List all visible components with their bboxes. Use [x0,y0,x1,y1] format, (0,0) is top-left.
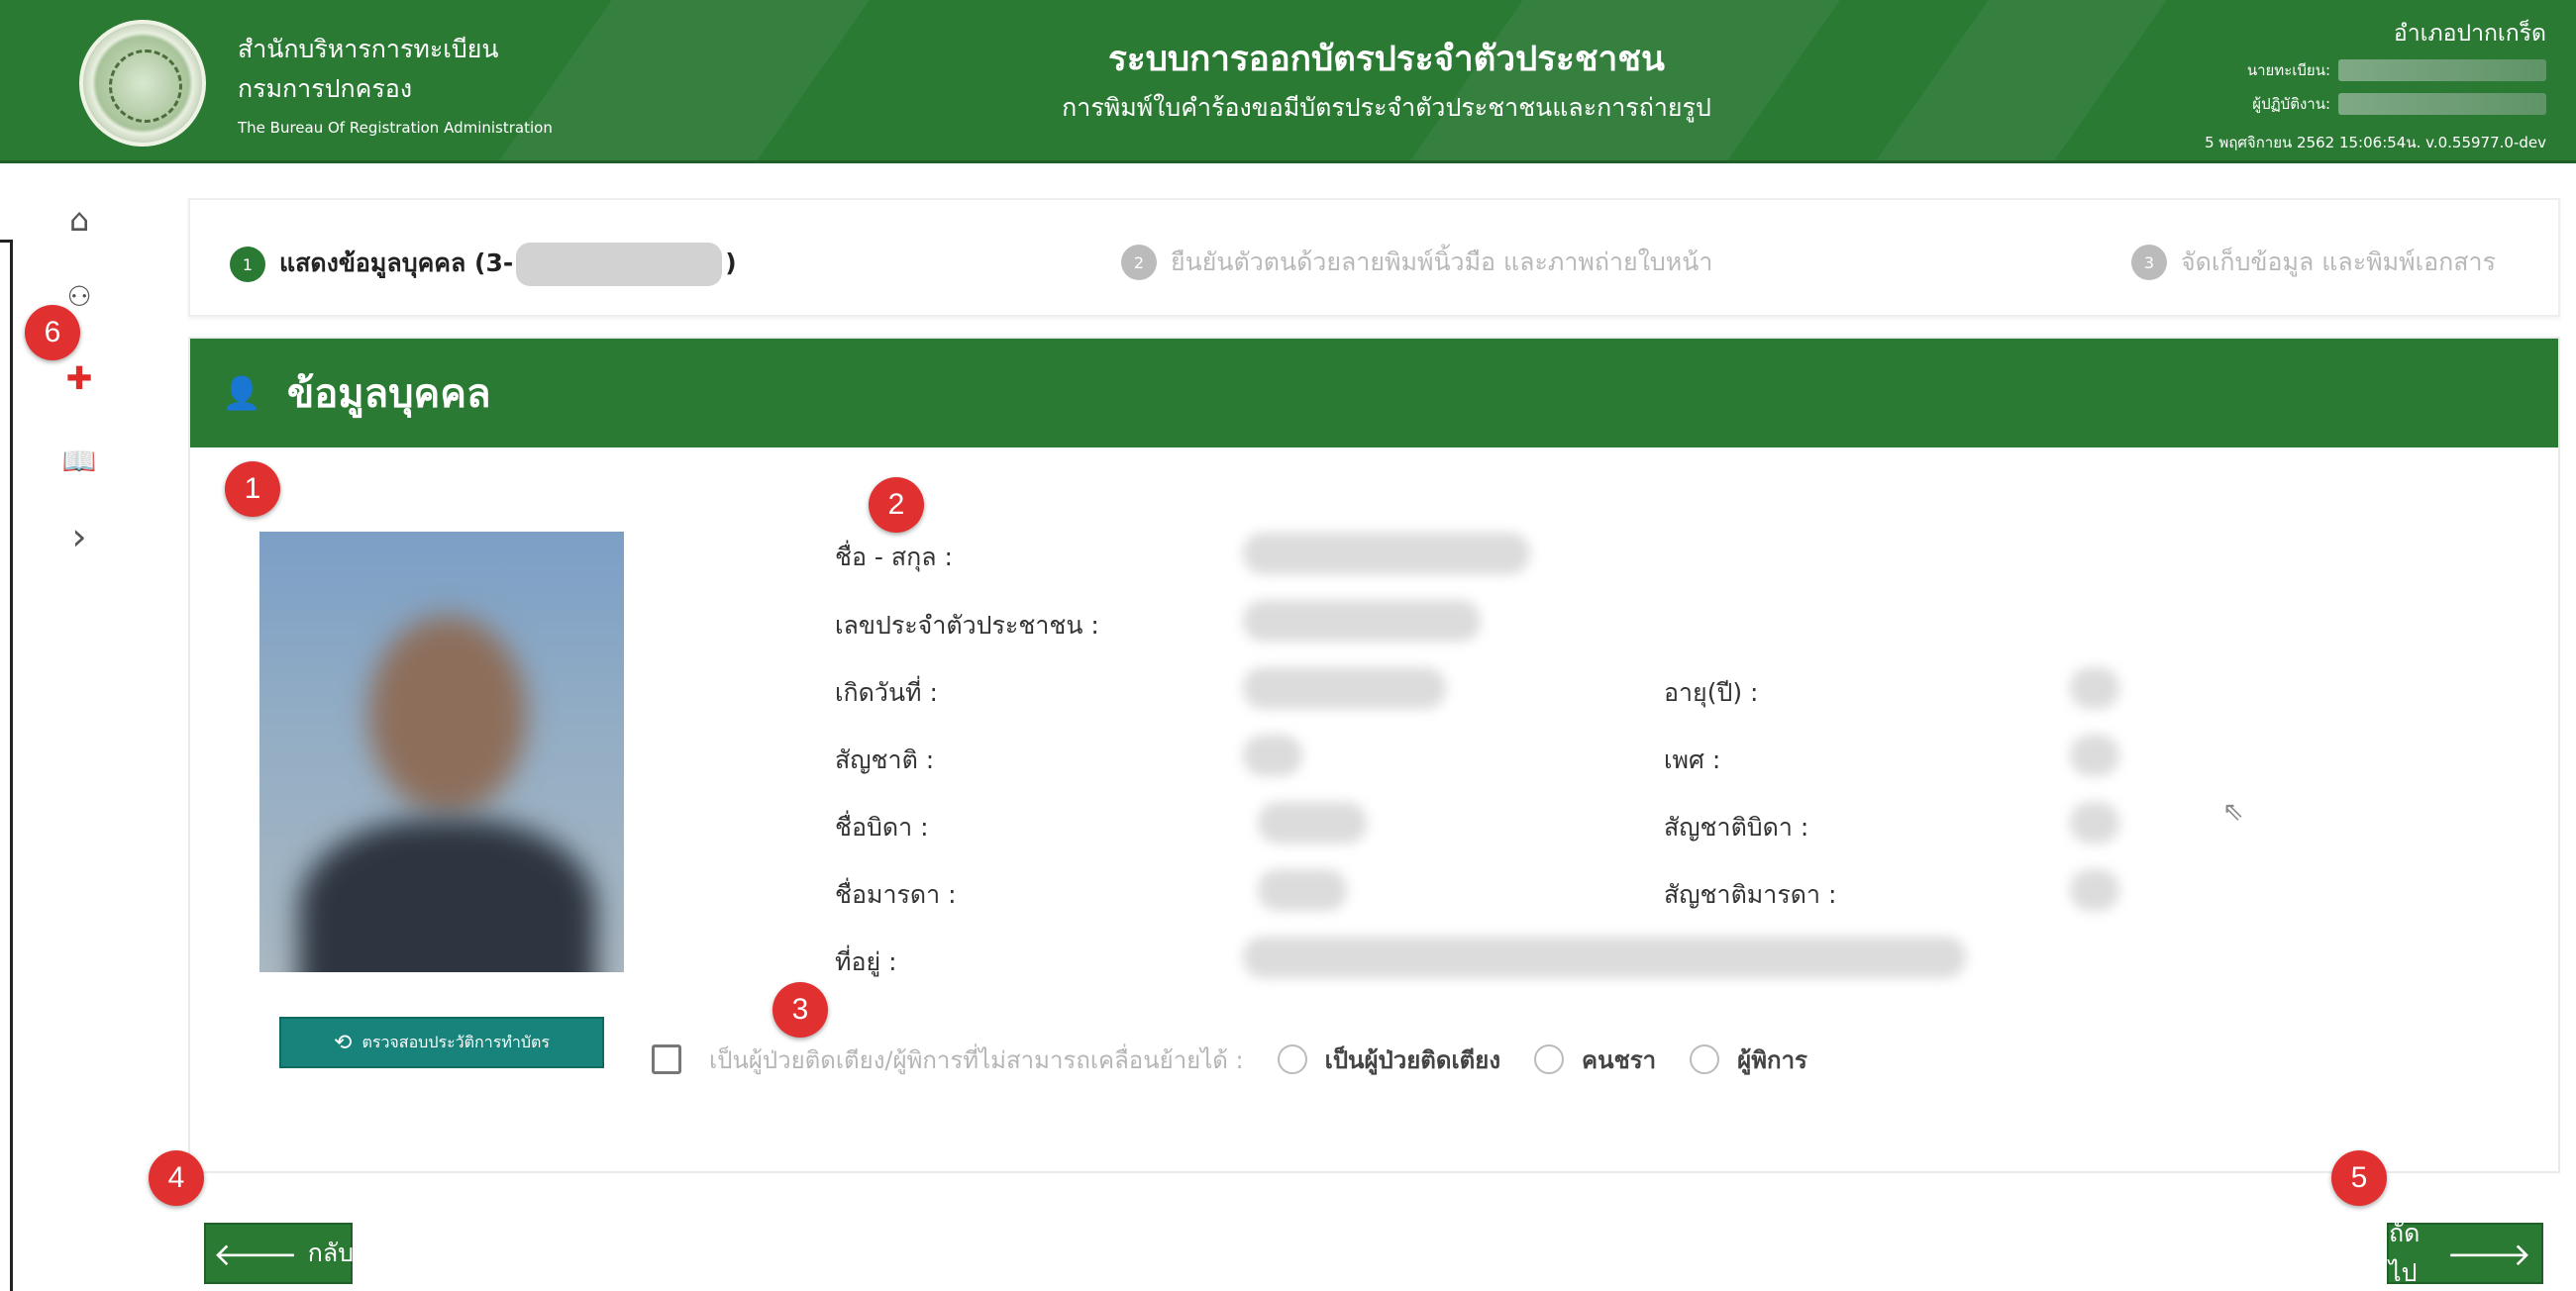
check-card-history-label: ตรวจสอบประวัติการทำบัตร [361,1032,550,1051]
father-name-value-redacted [1258,802,1367,844]
district-name: อำเภอปากเกร็ด [2393,21,2546,47]
mother-name-value-redacted [1258,869,1347,911]
father-name-label: ชื่อบิดา : [835,813,929,842]
person-icon: 👤 [222,374,261,412]
screenshot-frame-left [10,240,13,1291]
system-subtitle: การพิมพ์ใบคำร้องขอมีบัตรประจำตัวประชาชนแ… [1062,93,1711,122]
address-value-redacted [1243,937,1966,978]
session-timestamp-version: 5 พฤศจิกายน 2562 15:06:54น. v.0.55977.0-… [2205,134,2546,151]
history-icon: ⟲ [334,1030,353,1055]
registrar-name-redacted [2338,59,2546,81]
radio-elderly[interactable] [1534,1044,1565,1074]
nationality-label: สัญชาติ : [835,745,935,774]
user-info-block: อำเภอปากเกร็ด นายทะเบียน: ผู้ปฏิบัติงาน:… [2051,14,2546,154]
age-value-redacted [2070,667,2119,709]
step-1-label: แสดงข้อมูลบุคคล (3-) [279,243,737,286]
gender-label: เพศ : [1664,745,1721,774]
citizen-id-label: เลขประจำตัวประชาชน : [835,611,1099,640]
radio-disabled-label: ผู้พิการ [1737,1045,1807,1074]
birth-date-value-redacted [1243,667,1446,709]
registrar-row: นายทะเบียน: [2051,53,2546,87]
annotation-badge-2: 2 [869,477,924,533]
operator-name-redacted [2338,93,2546,115]
org-department-thai: กรมการปกครอง [238,74,413,103]
step-1-label-prefix: แสดงข้อมูลบุคคล (3- [279,248,514,277]
annotation-badge-5: 5 [2331,1150,2387,1206]
step-1[interactable]: 1 แสดงข้อมูลบุคคล (3-) [230,243,737,286]
age-label: อายุ(ปี) : [1664,678,1759,707]
step-2[interactable]: 2 ยืนยันตัวตนด้วยลายพิมพ์นิ้วมือ และภาพถ… [1121,243,1712,282]
annotation-badge-3: 3 [773,982,828,1038]
photo-face-blur [368,616,527,814]
citizen-id-redacted [516,243,723,286]
book-icon[interactable]: 📖 [57,439,101,482]
name-label: ชื่อ - สกุล : [835,543,953,571]
radio-bedridden[interactable] [1277,1044,1307,1074]
address-label: ที่อยู่ : [835,947,897,976]
add-icon[interactable]: ✚ [57,356,101,400]
annotation-badge-4: 4 [149,1150,204,1206]
mother-nationality-label: สัญชาติมารดา : [1664,880,1837,909]
step-1-number: 1 [230,247,265,282]
mother-nationality-value-redacted [2070,869,2119,911]
next-button-label: ถัดไป [2389,1219,2421,1287]
birth-date-label: เกิดวันที่ : [835,678,938,707]
arrow-right-icon: 🡒 [2446,1235,2531,1273]
mother-name-label: ชื่อมารดา : [835,880,957,909]
operator-row: ผู้ปฏิบัติงาน: [2051,87,2546,121]
department-seal-logo [79,20,206,147]
annotation-badge-1: 1 [225,461,280,517]
chevron-right-icon[interactable]: › [57,515,101,558]
citizen-id-value-redacted [1243,600,1481,642]
step-3-label: จัดเก็บข้อมูล และพิมพ์เอกสาร [2181,248,2497,276]
header-decoration [497,0,870,160]
app-header: สำนักบริหารการทะเบียน กรมการปกครอง The B… [0,0,2576,163]
gender-value-redacted [2070,735,2119,776]
operator-label: ผู้ปฏิบัติงาน: [2252,95,2330,113]
step-2-number: 2 [1121,245,1157,280]
panel-title: ข้อมูลบุคคล [286,371,491,417]
system-title-block: ระบบการออกบัตรประจำตัวประชาชน การพิมพ์ใบ… [891,34,1882,131]
nationality-value-redacted [1243,735,1302,776]
step-1-label-suffix: ) [725,248,737,277]
step-3-number: 3 [2131,245,2167,280]
home-icon[interactable]: ⌂ [57,198,101,242]
radio-elderly-label: คนชรา [1582,1045,1657,1074]
org-name-english: The Bureau Of Registration Administratio… [238,119,553,137]
back-button-label: กลับ [307,1239,355,1267]
person-photo-blurred [259,532,624,972]
organization-block: สำนักบริหารการทะเบียน กรมการปกครอง The B… [238,30,553,137]
panel-header: 👤 ข้อมูลบุคคล [190,339,2558,447]
step-2-label: ยืนยันตัวตนด้วยลายพิมพ์นิ้วมือ และภาพถ่า… [1171,248,1713,276]
father-nationality-label: สัญชาติบิดา : [1664,813,1809,842]
father-nationality-value-redacted [2070,802,2119,844]
radio-disabled[interactable] [1690,1044,1720,1074]
arrow-left-icon: 🡐 [212,1235,298,1273]
check-card-history-button[interactable]: ⟲ ตรวจสอบประวัติการทำบัตร [279,1017,604,1068]
org-name-thai: สำนักบริหารการทะเบียน [238,35,499,63]
mouse-cursor-icon: ⇖ [2222,797,2244,827]
progress-stepper: 1 แสดงข้อมูลบุคคล (3-) 2 ยืนยันตัวตนด้วย… [188,198,2560,317]
name-value-redacted [1243,533,1530,574]
bedridden-checkbox[interactable] [652,1044,681,1074]
back-button[interactable]: 🡐 กลับ [204,1223,355,1284]
radio-bedridden-label: เป็นผู้ป่วยติดเตียง [1324,1045,1501,1074]
next-button[interactable]: ถัดไป 🡒 [2387,1219,2543,1287]
bedridden-checkbox-label: เป็นผู้ป่วยติดเตียง/ผู้พิการที่ไม่สามารถ… [709,1045,1244,1074]
system-title: ระบบการออกบัตรประจำตัวประชาชน [1108,40,1665,79]
annotation-badge-6: 6 [25,305,80,360]
step-3[interactable]: 3 จัดเก็บข้อมูล และพิมพ์เอกสาร [2131,243,2496,282]
registrar-label: นายทะเบียน: [2246,61,2330,79]
photo-body-blur [299,819,596,972]
bedridden-options-row: เป็นผู้ป่วยติดเตียง/ผู้พิการที่ไม่สามารถ… [652,1030,1841,1089]
